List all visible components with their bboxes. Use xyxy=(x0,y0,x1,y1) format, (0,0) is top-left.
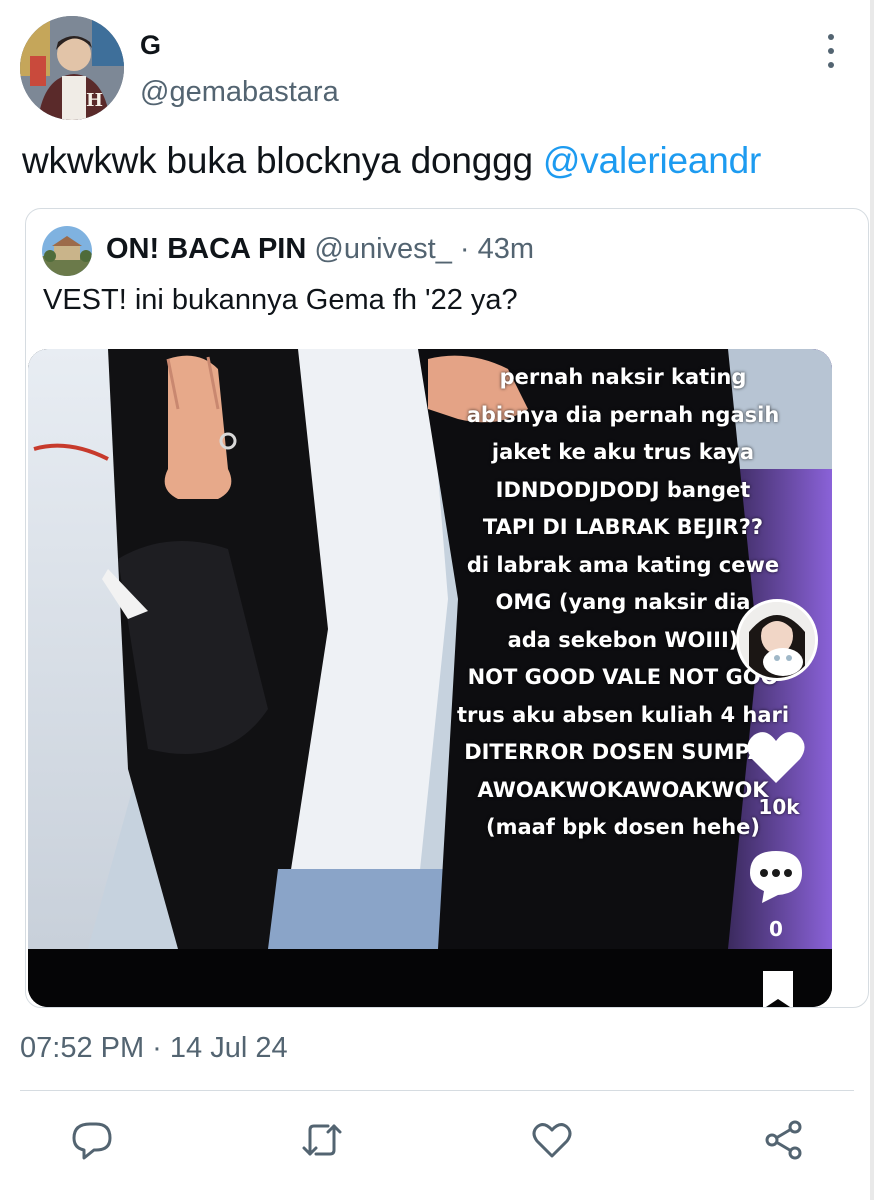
overlay-line: di labrak ama kating cewe xyxy=(466,552,780,577)
quoted-media-image[interactable]: pernah naksir kating abisnya dia pernah … xyxy=(28,349,832,1007)
tweet-timestamp[interactable]: 07:52 PM · 14 Jul 24 xyxy=(20,1032,288,1065)
retweet-icon[interactable] xyxy=(300,1118,344,1162)
bookmark-icon[interactable] xyxy=(761,969,795,1007)
creator-avatar[interactable] xyxy=(736,599,818,681)
overlay-line: jaket ke aku trus kaya xyxy=(491,440,755,464)
tweet-body: wkwkwk buka blocknya donggg xyxy=(22,140,543,181)
more-vertical-icon[interactable] xyxy=(818,34,844,68)
overlay-line: abisnya dia pernah ngasih xyxy=(466,402,780,427)
quoted-author-handle[interactable]: @univest_ xyxy=(314,233,451,265)
quoted-author-name[interactable]: ON! BACA PIN xyxy=(106,233,306,265)
author-avatar[interactable]: H xyxy=(20,16,124,120)
quoted-time[interactable]: 43m xyxy=(478,233,534,265)
comment-count: 0 xyxy=(769,917,783,941)
mention-link[interactable]: @valerieandr xyxy=(543,140,761,181)
like-icon[interactable] xyxy=(530,1118,574,1162)
like-count: 10k xyxy=(758,795,800,819)
separator-dot: · xyxy=(459,233,470,265)
svg-text:H: H xyxy=(86,90,103,111)
heart-icon[interactable] xyxy=(746,729,806,785)
tweet-header: H G @gemabastara xyxy=(0,0,874,130)
overlay-line: IDNDODJDODJ banget xyxy=(495,477,751,502)
reply-icon[interactable] xyxy=(70,1118,114,1162)
divider xyxy=(20,1090,854,1091)
author-display-name[interactable]: G xyxy=(140,30,161,61)
quoted-tweet-card[interactable]: ON! BACA PIN @univest_ · 43m VEST! ini b… xyxy=(25,208,869,1008)
tweet-text: wkwkwk buka blocknya donggg @valerieandr xyxy=(22,140,761,182)
overlay-line: pernah naksir kating xyxy=(499,365,747,389)
share-icon[interactable] xyxy=(762,1118,806,1162)
comment-bubble-icon[interactable] xyxy=(748,849,804,903)
author-handle[interactable]: @gemabastara xyxy=(140,76,339,109)
quoted-text: VEST! ini bukannya Gema fh '22 ya? xyxy=(43,284,518,316)
tweet-actions-bar xyxy=(0,1110,874,1170)
overlay-line: TAPI DI LABRAK BEJIR?? xyxy=(482,515,764,539)
window-edge xyxy=(870,0,874,1200)
quoted-header: ON! BACA PIN @univest_ · 43m xyxy=(106,233,534,266)
quoted-author-avatar[interactable] xyxy=(42,226,92,276)
